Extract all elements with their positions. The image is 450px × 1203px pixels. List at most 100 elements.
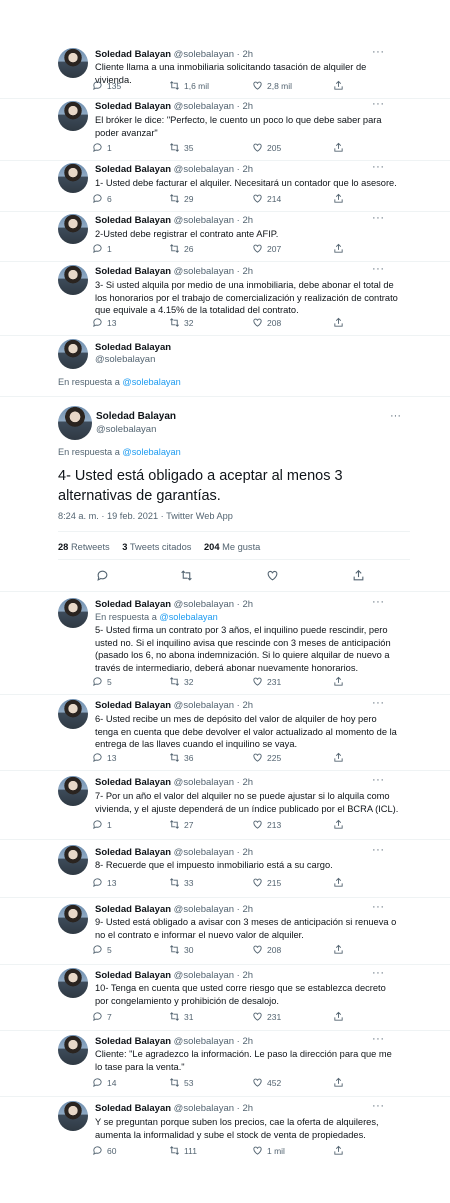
share-button[interactable] bbox=[333, 243, 344, 254]
reply-button[interactable]: 1 bbox=[92, 142, 112, 153]
share-button[interactable] bbox=[333, 80, 344, 91]
like-button[interactable]: 208 bbox=[252, 944, 281, 955]
author-name[interactable]: Soledad Balayan bbox=[95, 599, 171, 610]
like-button[interactable]: 208 bbox=[252, 317, 281, 328]
reply-button[interactable]: 5 bbox=[92, 676, 112, 687]
more-options-icon[interactable]: ··· bbox=[372, 161, 385, 173]
share-button[interactable] bbox=[333, 877, 344, 888]
author-name[interactable]: Soledad Balayan bbox=[95, 847, 171, 858]
share-button[interactable] bbox=[333, 317, 344, 328]
more-options-icon[interactable]: ··· bbox=[372, 98, 385, 110]
share-button[interactable] bbox=[333, 1145, 344, 1156]
retweet-button[interactable]: 29 bbox=[169, 193, 193, 204]
retweet-button[interactable]: 27 bbox=[169, 819, 193, 830]
like-button[interactable]: 231 bbox=[252, 1011, 281, 1022]
reply-to-link[interactable]: @solebalayan bbox=[122, 377, 180, 387]
tweet-time[interactable]: 2h bbox=[242, 847, 253, 858]
retweet-button[interactable]: 111 bbox=[169, 1145, 197, 1156]
avatar[interactable] bbox=[58, 163, 88, 193]
like-button[interactable]: 207 bbox=[252, 243, 281, 254]
reply-button[interactable]: 14 bbox=[92, 1077, 116, 1088]
like-button[interactable]: 225 bbox=[252, 752, 281, 763]
more-options-icon[interactable]: ··· bbox=[372, 697, 385, 709]
avatar[interactable] bbox=[58, 265, 88, 295]
author-handle[interactable]: @solebalayan bbox=[174, 1036, 234, 1047]
avatar[interactable] bbox=[58, 406, 92, 440]
avatar[interactable] bbox=[58, 845, 88, 875]
author-name[interactable]: Soledad Balayan bbox=[95, 970, 171, 981]
more-options-icon[interactable]: ··· bbox=[372, 1033, 385, 1045]
author-handle[interactable]: @solebalayan bbox=[174, 101, 234, 112]
more-options-icon[interactable]: ··· bbox=[372, 1100, 385, 1112]
author-handle[interactable]: @solebalayan bbox=[174, 49, 234, 60]
like-button[interactable]: 205 bbox=[252, 142, 281, 153]
retweet-button[interactable]: 31 bbox=[169, 1011, 193, 1022]
retweet-button[interactable]: 35 bbox=[169, 142, 193, 153]
author-handle[interactable]: @solebalayan bbox=[96, 424, 156, 435]
tweet-time[interactable]: 2h bbox=[242, 700, 253, 711]
reply-button[interactable]: 13 bbox=[92, 317, 116, 328]
like-button[interactable]: 213 bbox=[252, 819, 281, 830]
author-name[interactable]: Soledad Balayan bbox=[95, 1103, 171, 1114]
reply-to-link[interactable]: @solebalayan bbox=[122, 447, 180, 457]
quotes-stat[interactable]: 3 Tweets citados bbox=[122, 542, 191, 552]
retweet-button[interactable]: 26 bbox=[169, 243, 193, 254]
author-handle[interactable]: @solebalayan bbox=[174, 599, 234, 610]
author-name[interactable]: Soledad Balayan bbox=[95, 777, 171, 788]
share-button[interactable] bbox=[333, 142, 344, 153]
author-name[interactable]: Soledad Balayan bbox=[96, 411, 176, 422]
tweet-time[interactable]: 2h bbox=[242, 777, 253, 788]
more-options-icon[interactable]: ··· bbox=[372, 46, 385, 58]
share-icon[interactable] bbox=[352, 569, 365, 582]
share-button[interactable] bbox=[333, 193, 344, 204]
author-handle[interactable]: @solebalayan bbox=[174, 904, 234, 915]
share-button[interactable] bbox=[333, 819, 344, 830]
retweet-button[interactable]: 33 bbox=[169, 877, 193, 888]
like-button[interactable]: 231 bbox=[252, 676, 281, 687]
reply-button[interactable]: 135 bbox=[92, 80, 121, 91]
reply-button[interactable]: 7 bbox=[92, 1011, 112, 1022]
likes-stat[interactable]: 204 Me gusta bbox=[204, 542, 260, 552]
more-options-icon[interactable]: ··· bbox=[372, 844, 385, 856]
retweet-button[interactable]: 32 bbox=[169, 317, 193, 328]
tweet-time[interactable]: 2h bbox=[242, 1036, 253, 1047]
reply-button[interactable]: 1 bbox=[92, 243, 112, 254]
share-button[interactable] bbox=[333, 752, 344, 763]
like-button[interactable]: 214 bbox=[252, 193, 281, 204]
avatar[interactable] bbox=[58, 699, 88, 729]
reply-button[interactable]: 5 bbox=[92, 944, 112, 955]
share-button[interactable] bbox=[333, 1077, 344, 1088]
retweet-icon[interactable] bbox=[180, 569, 193, 582]
tweet-timestamp[interactable]: 8:24 a. m. · 19 feb. 2021 · Twitter Web … bbox=[58, 511, 233, 521]
tweet-time[interactable]: 2h bbox=[242, 164, 253, 175]
like-button[interactable]: 1 mil bbox=[252, 1145, 285, 1156]
tweet-time[interactable]: 2h bbox=[242, 266, 253, 277]
retweet-button[interactable]: 36 bbox=[169, 752, 193, 763]
retweet-button[interactable]: 53 bbox=[169, 1077, 193, 1088]
reply-button[interactable]: 13 bbox=[92, 752, 116, 763]
author-name[interactable]: Soledad Balayan bbox=[95, 1036, 171, 1047]
more-options-icon[interactable]: ··· bbox=[390, 410, 401, 422]
author-handle[interactable]: @solebalayan bbox=[174, 777, 234, 788]
author-handle[interactable]: @solebalayan bbox=[174, 215, 234, 226]
author-handle[interactable]: @solebalayan bbox=[95, 354, 155, 365]
heart-icon[interactable] bbox=[266, 569, 279, 582]
tweet-time[interactable]: 2h bbox=[242, 215, 253, 226]
tweet-time[interactable]: 2h bbox=[242, 599, 253, 610]
more-options-icon[interactable]: ··· bbox=[372, 967, 385, 979]
tweet-time[interactable]: 2h bbox=[242, 904, 253, 915]
avatar[interactable] bbox=[58, 1035, 88, 1065]
author-handle[interactable]: @solebalayan bbox=[174, 970, 234, 981]
like-button[interactable]: 215 bbox=[252, 877, 281, 888]
author-name[interactable]: Soledad Balayan bbox=[95, 101, 171, 112]
like-button[interactable]: 452 bbox=[252, 1077, 281, 1088]
reply-button[interactable]: 1 bbox=[92, 819, 112, 830]
tweet-time[interactable]: 2h bbox=[242, 970, 253, 981]
avatar[interactable] bbox=[58, 968, 88, 998]
avatar[interactable] bbox=[58, 339, 88, 369]
avatar[interactable] bbox=[58, 214, 88, 244]
author-handle[interactable]: @solebalayan bbox=[174, 266, 234, 277]
retweet-button[interactable]: 32 bbox=[169, 676, 193, 687]
avatar[interactable] bbox=[58, 904, 88, 934]
share-button[interactable] bbox=[333, 944, 344, 955]
